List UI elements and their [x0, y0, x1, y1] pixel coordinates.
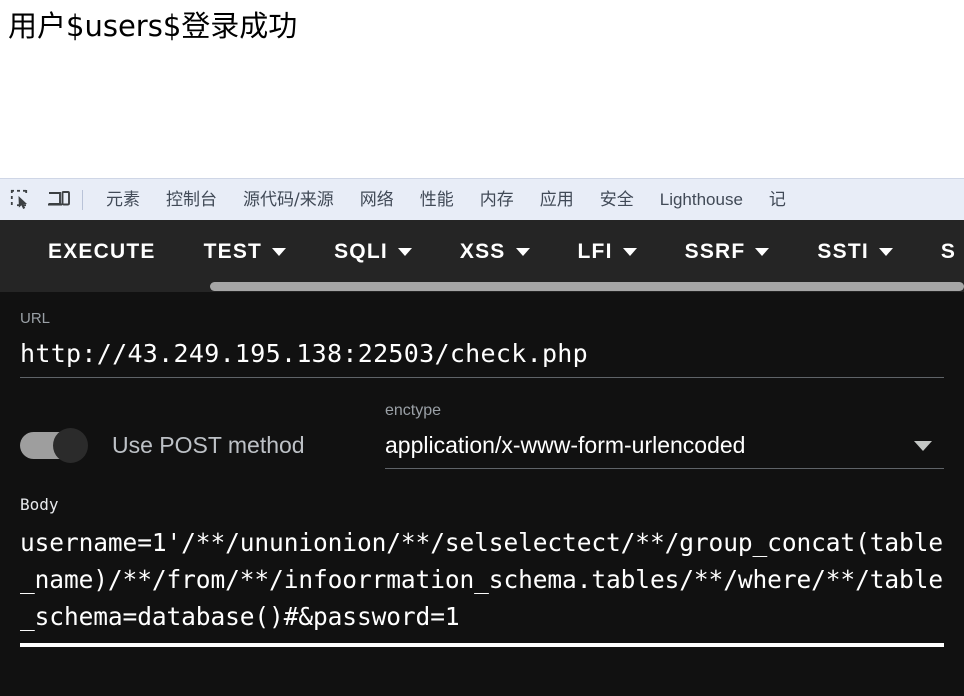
menu-item-label: EXECUTE: [48, 240, 156, 263]
menubar-items: EXECUTE TEST SQLI XSS LFI SSRF SSTI S: [0, 220, 964, 284]
menu-item-label: SSRF: [684, 240, 746, 263]
tab-elements[interactable]: 元素: [93, 179, 153, 221]
body-label: Body: [20, 495, 59, 514]
chevron-down-icon: [622, 248, 637, 256]
menu-item-execute[interactable]: EXECUTE: [48, 240, 156, 264]
tab-sources[interactable]: 源代码/来源: [230, 179, 347, 221]
tab-application[interactable]: 应用: [527, 179, 587, 221]
use-post-method-toggle[interactable]: Use POST method: [20, 402, 385, 463]
enctype-select[interactable]: application/x-www-form-urlencoded: [385, 432, 944, 469]
toggle-knob: [53, 428, 88, 463]
tab-memory[interactable]: 内存: [467, 179, 527, 221]
url-input[interactable]: http://43.249.195.138:22503/check.php: [20, 339, 944, 378]
menu-item-label: SSTI: [817, 240, 869, 263]
menu-item-test[interactable]: TEST: [203, 240, 287, 264]
enctype-label: enctype: [385, 402, 442, 419]
menu-item-truncated[interactable]: S: [941, 240, 956, 264]
menu-item-label: XSS: [459, 240, 506, 263]
login-success-message: 用户$users$登录成功: [8, 9, 298, 43]
chevron-down-icon: [755, 248, 770, 256]
chevron-down-icon: [878, 248, 893, 256]
menu-item-label: TEST: [203, 240, 263, 263]
chevron-down-icon: [515, 248, 530, 256]
inspect-element-icon[interactable]: [4, 183, 38, 217]
attack-tool-panel: EXECUTE TEST SQLI XSS LFI SSRF SSTI S UR…: [0, 220, 964, 696]
url-label: URL: [20, 310, 51, 327]
menu-item-lfi[interactable]: LFI: [578, 240, 637, 264]
enctype-group: enctype application/x-www-form-urlencode…: [385, 402, 944, 469]
tab-network[interactable]: 网络: [347, 179, 407, 221]
chevron-down-icon: [397, 248, 412, 256]
request-form: URL http://43.249.195.138:22503/check.ph…: [0, 310, 964, 647]
menu-item-sqli[interactable]: SQLI: [334, 240, 412, 264]
toggle-switch[interactable]: [20, 428, 90, 463]
devtools-toolbar: 元素 控制台 源代码/来源 网络 性能 内存 应用 安全 Lighthouse …: [0, 178, 964, 221]
menubar-scrollbar[interactable]: [0, 282, 964, 292]
menu-item-xss[interactable]: XSS: [460, 240, 530, 264]
tab-console[interactable]: 控制台: [153, 179, 230, 221]
tab-lighthouse[interactable]: Lighthouse: [647, 179, 756, 221]
chevron-down-icon: [914, 440, 932, 451]
device-toolbar-icon[interactable]: [42, 183, 76, 217]
use-post-method-label: Use POST method: [112, 431, 305, 458]
menu-item-label: S: [940, 240, 957, 263]
attack-category-menubar: EXECUTE TEST SQLI XSS LFI SSRF SSTI S: [0, 220, 964, 292]
menu-item-label: SQLI: [334, 240, 388, 263]
menu-item-ssti[interactable]: SSTI: [817, 240, 893, 264]
chevron-down-icon: [272, 248, 287, 256]
web-page-content: 用户$users$登录成功: [0, 0, 964, 178]
enctype-selected-value: application/x-www-form-urlencoded: [385, 432, 746, 458]
menu-item-ssrf[interactable]: SSRF: [685, 240, 770, 264]
method-and-enctype-row: Use POST method enctype application/x-ww…: [20, 402, 944, 469]
body-textarea[interactable]: username=1'/**/ununionion/**/selselectec…: [20, 524, 944, 647]
menu-item-label: LFI: [577, 240, 613, 263]
tab-performance[interactable]: 性能: [407, 179, 467, 221]
tab-recorder[interactable]: 记: [756, 179, 799, 221]
toolbar-divider: [82, 190, 83, 210]
menubar-scrollbar-thumb[interactable]: [210, 282, 964, 291]
tab-security[interactable]: 安全: [587, 179, 647, 221]
